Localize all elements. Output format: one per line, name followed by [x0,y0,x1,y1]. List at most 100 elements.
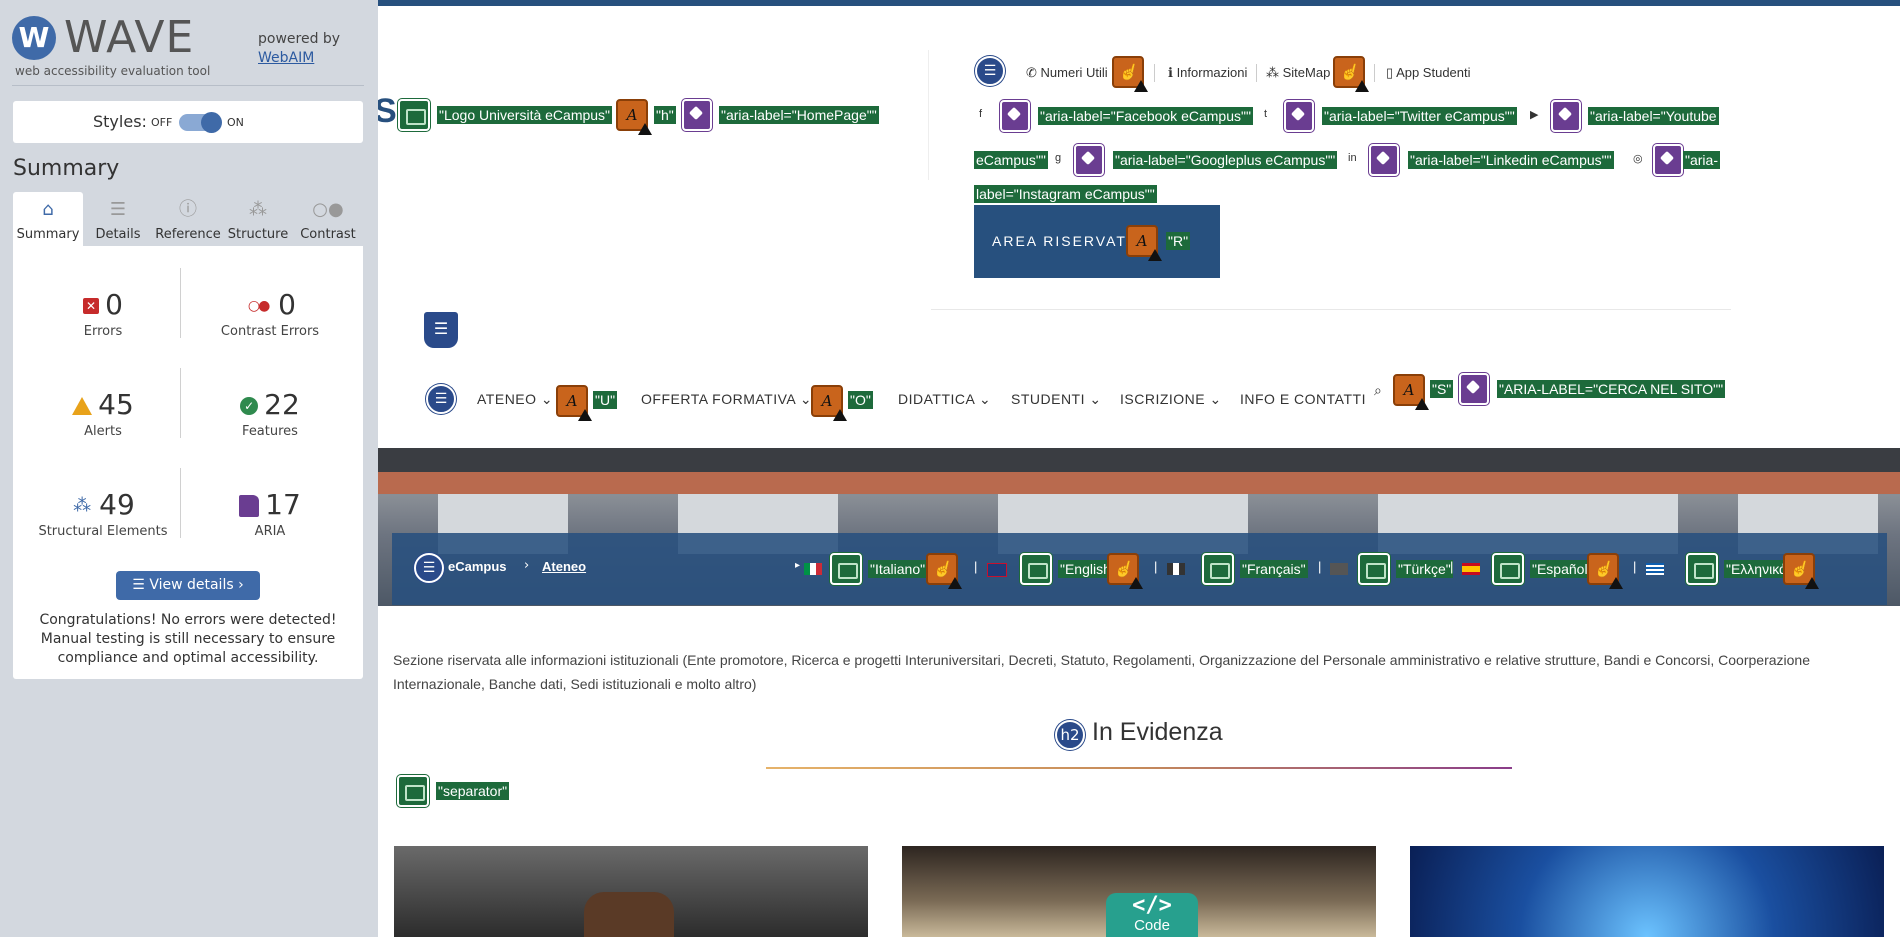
nav-iscrizione-label: ISCRIZIONE [1120,391,1206,407]
code-icon[interactable]: </> Code [1106,893,1198,937]
css-icon[interactable]: ☰ [424,312,458,348]
aria-icon[interactable] [1369,144,1399,176]
tab-summary[interactable]: ⌂ Summary [13,192,83,246]
list-icon[interactable]: ☰ [426,384,456,414]
heading-h2-icon[interactable]: h2 [1055,720,1085,750]
divider [1374,64,1375,82]
stat-structural[interactable]: ⁂ 49 Structural Elements [23,488,183,539]
breadcrumb-home[interactable]: eCampus [448,559,507,574]
sitemap-link[interactable]: ⁂ SiteMap [1266,65,1330,81]
alt-text-icon[interactable] [1686,553,1718,585]
list-icon[interactable]: ☰ [414,553,444,583]
alert-icon[interactable]: ☝ [1587,553,1623,589]
breadcrumb-current[interactable]: Ateneo [542,559,586,574]
googleplus-icon[interactable]: g [1055,152,1061,164]
card-image-network[interactable] [1410,846,1884,937]
tab-contrast[interactable]: ○● Contrast [293,192,363,246]
alt-text-icon[interactable] [1358,553,1390,585]
aria-icon[interactable] [1551,100,1581,132]
aria-icon[interactable] [1459,373,1489,405]
googleplus-aria-text: "aria-label="Googleplus eCampus"" [1113,151,1338,169]
alt-text-icon[interactable] [398,99,430,131]
area-riservata-button[interactable]: AREA RISERVATA A "R" [974,205,1220,278]
alert-icon[interactable]: ☝ [926,553,962,589]
stat-contrast-errors[interactable]: ○● 0 Contrast Errors [190,288,350,339]
structure-label: Structural Elements [38,524,168,539]
alt-text-icon[interactable] [397,775,429,807]
alert-icon[interactable]: ☝ [1107,553,1143,589]
card-image-gavel[interactable] [394,846,868,937]
nav-iscrizione[interactable]: ISCRIZIONE ⌄ [1120,391,1222,408]
webaim-link[interactable]: WebAIM [258,50,314,66]
instagram-icon[interactable]: ◎ [1633,152,1643,165]
youtube-aria-text: "aria-label="Youtube [1588,107,1719,125]
aria-icon[interactable] [1074,144,1104,176]
tab-label: Summary [16,227,80,242]
facebook-aria-text: "aria-label="Facebook eCampus"" [1038,107,1253,125]
page-content: S "Logo Università eCampus" A "h" "aria-… [378,0,1900,937]
facebook-icon[interactable]: f [979,108,982,120]
stat-features[interactable]: ✓ 22 Features [190,388,350,439]
lang-francais[interactable]: "Français" [1240,560,1308,578]
numeri-utili-link[interactable]: ✆ Numeri Utili [1026,65,1108,81]
aria-icon[interactable] [1653,144,1683,176]
list-icon[interactable]: ☰ [975,56,1005,86]
tab-reference[interactable]: ⓘ Reference [153,192,223,246]
alt-text-icon[interactable] [1492,553,1524,585]
styles-toggle[interactable] [179,112,222,133]
nav-didattica[interactable]: DIDATTICA ⌄ [898,391,991,408]
aria-icon[interactable] [1000,100,1030,132]
youtube-icon[interactable]: ▶ [1530,108,1538,121]
area-r-text: "R" [1166,232,1191,250]
alert-icon[interactable]: A [616,99,652,135]
aria-icon[interactable] [682,99,712,131]
alert-icon[interactable]: ☝ [1333,56,1369,92]
alert-icon[interactable]: ☝ [1112,56,1148,92]
structure-icon: ⁂ [249,199,267,220]
nav-studenti[interactable]: STUDENTI ⌄ [1011,391,1102,408]
nav-offerta-formativa[interactable]: OFFERTA FORMATIVA ⌄ [641,391,812,408]
styles-off-label: OFF [151,116,173,129]
divider [1256,64,1257,82]
lang-separator: | [1633,559,1637,574]
stat-errors[interactable]: ✕ 0 Errors [23,288,183,339]
code-glyph: </> [1132,893,1172,918]
alert-icon[interactable]: ☝ [1783,553,1819,589]
tab-details[interactable]: ☰ Details [83,192,153,246]
aria-icon[interactable] [1284,100,1314,132]
stat-aria[interactable]: 17 ARIA [190,488,350,539]
chevron-down-icon: ⌄ [978,391,992,407]
linkedin-icon[interactable]: in [1348,152,1357,164]
lang-separator: | [1318,559,1322,574]
lang-espanol[interactable]: "Español" [1530,560,1595,578]
section-description: Sezione riservata alle informazioni isti… [393,652,1810,692]
alt-text-icon[interactable] [830,553,862,585]
alert-icon[interactable]: A [556,385,592,421]
nav-info-contatti[interactable]: INFO E CONTATTI [1240,391,1366,407]
search-icon[interactable]: ⌕ [1374,382,1382,399]
stat-alerts[interactable]: 45 Alerts [23,388,183,439]
flag-turkey-icon [1330,563,1348,575]
youtube-aria-text-cont: eCampus"" [974,151,1048,169]
nav-ateneo[interactable]: ATENEO ⌄ [477,391,553,408]
tab-structure[interactable]: ⁂ Structure [223,192,293,246]
alt-text-icon[interactable] [1202,553,1234,585]
lang-italiano[interactable]: "Italiano" [868,560,928,578]
view-details-button[interactable]: ☰ View details › [116,571,260,600]
lang-turkce[interactable]: "Türkçe" [1396,560,1453,578]
alt-text-icon[interactable] [1020,553,1052,585]
alert-icon [72,397,93,415]
alert-icon[interactable]: A [1126,225,1162,261]
structure-count: 49 [99,488,135,521]
informazioni-link[interactable]: ℹ Informazioni [1168,65,1247,81]
app-studenti-label: App Studenti [1396,65,1471,80]
app-studenti-link[interactable]: ▯ App Studenti [1386,65,1471,81]
twitter-aria-text: "aria-label="Twitter eCampus"" [1322,107,1517,125]
twitter-icon[interactable]: t [1264,108,1267,120]
linkedin-aria-text: "aria-label="Linkedin eCampus"" [1408,151,1614,169]
alert-icon[interactable]: A [1393,374,1429,410]
alert-icon[interactable]: A [811,385,847,421]
congrats-message: Congratulations! No errors were detected… [39,612,337,666]
home-aria-text: "aria-label="HomePage"" [719,106,879,124]
features-label: Features [242,424,298,439]
